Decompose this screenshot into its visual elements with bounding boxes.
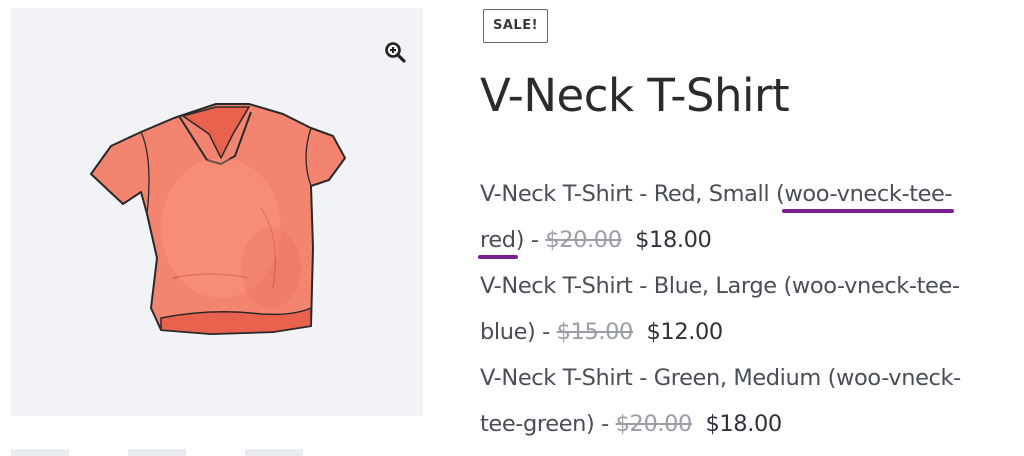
- sale-price: $12.00: [646, 319, 723, 345]
- variant-item: V-Neck T-Shirt - Blue, Large (woo-vneck-…: [480, 263, 1010, 355]
- variant-name: V-Neck T-Shirt - Green, Medium (woo-vnec…: [480, 365, 961, 391]
- sale-price: $18.00: [705, 411, 782, 437]
- variant-item: V-Neck T-Shirt - Green, Medium (woo-vnec…: [480, 355, 1010, 447]
- thumbnail[interactable]: [11, 449, 69, 456]
- sale-price: $18.00: [635, 227, 712, 253]
- variant-item: V-Neck T-Shirt - Red, Small (woo-vneck-t…: [480, 171, 1010, 263]
- variant-name: V-Neck T-Shirt - Blue, Large (woo-vneck-…: [480, 273, 960, 299]
- magnify-plus-icon: [385, 42, 406, 63]
- sku-link[interactable]: woo-vneck-tee-: [784, 181, 952, 207]
- zoom-button[interactable]: [375, 32, 415, 72]
- separator: ) -: [515, 227, 546, 253]
- variant-list: V-Neck T-Shirt - Red, Small (woo-vneck-t…: [480, 171, 1010, 447]
- product-image[interactable]: [11, 8, 423, 416]
- variant-name-cont: tee-green) -: [480, 411, 616, 437]
- thumbnail[interactable]: [245, 449, 303, 456]
- regular-price: $15.00: [556, 319, 634, 345]
- variant-name: V-Neck T-Shirt - Red, Small (: [480, 181, 785, 207]
- product-gallery: [11, 8, 423, 416]
- sku-link[interactable]: red: [480, 227, 516, 253]
- sale-badge: SALE!: [483, 9, 549, 43]
- variant-name-cont: blue) -: [480, 319, 557, 345]
- regular-price: $20.00: [615, 411, 693, 437]
- product-title: V-Neck T-Shirt: [480, 69, 790, 122]
- regular-price: $20.00: [545, 227, 622, 253]
- thumbnail[interactable]: [128, 449, 186, 456]
- thumbnail-strip: [0, 449, 423, 456]
